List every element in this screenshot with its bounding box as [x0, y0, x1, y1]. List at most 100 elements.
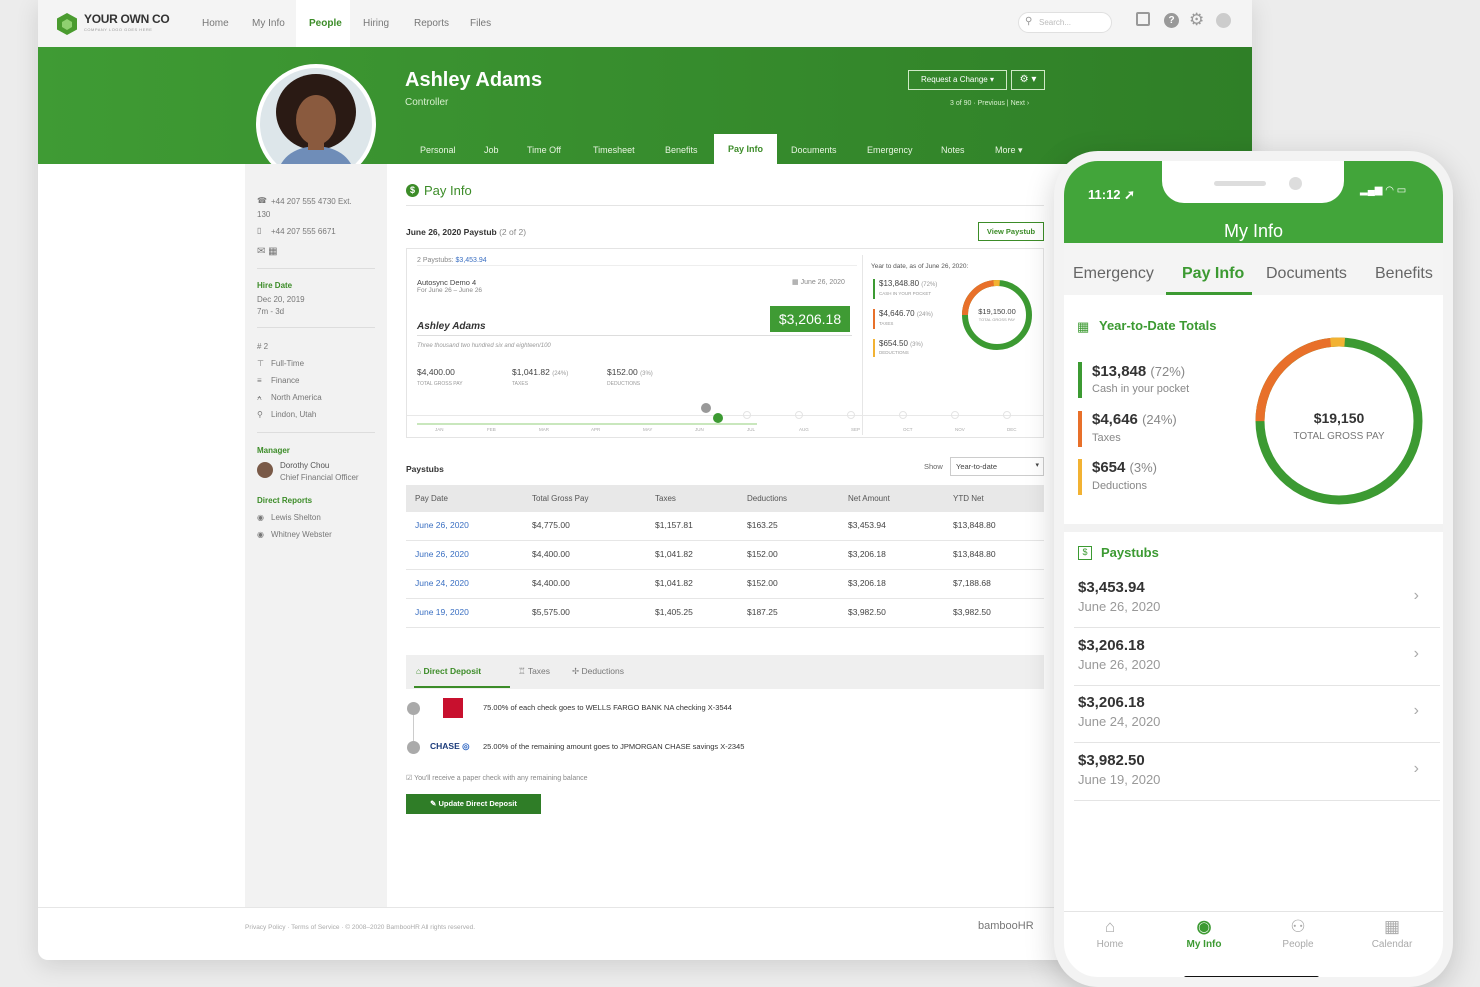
paystub-filter-select[interactable]: Year-to-date ▾ — [950, 457, 1044, 476]
check-icon: ☑ — [406, 775, 415, 782]
tab-job[interactable]: Job — [484, 145, 499, 155]
status-icons: ▂▄▆ ◠ ▭ — [1360, 185, 1407, 196]
tab-timesheet[interactable]: Timesheet — [593, 145, 635, 155]
mobile-paystub-row[interactable]: $3,982.50 June 19, 2020 › — [1064, 752, 1443, 802]
table-cell: $3,206.18 — [848, 578, 886, 588]
paystub-date-link[interactable]: June 26, 2020 — [415, 520, 469, 530]
payee-name: Ashley Adams — [417, 321, 486, 332]
tab-benefits[interactable]: Benefits — [665, 145, 698, 155]
mobile-nav-calendar[interactable]: ▦ Calendar — [1357, 917, 1427, 950]
bamboohr-logo: bambooHR — [978, 920, 1034, 932]
mobile-tab-pay-info[interactable]: Pay Info — [1182, 265, 1244, 283]
people-icon: ⚇ — [1290, 917, 1306, 936]
table-cell: $3,982.50 — [953, 607, 991, 617]
nav-hiring[interactable]: Hiring — [363, 18, 389, 29]
location: Lindon, Utah — [271, 410, 317, 419]
chase-logo: CHASE ◎ — [430, 741, 470, 751]
settings-dropdown-button[interactable]: ⚙ ▾ — [1011, 70, 1045, 90]
tab-direct-deposit[interactable]: ⌂ Direct Deposit — [416, 666, 481, 676]
paystub-date-link[interactable]: June 26, 2020 — [415, 549, 469, 559]
company-logo-text: YOUR OWN CO — [84, 12, 170, 26]
employee-header: Ashley Adams Controller Request a Change… — [38, 47, 1252, 164]
column-header-3[interactable]: Deductions — [747, 494, 787, 503]
table-cell: $163.25 — [747, 520, 778, 530]
email-icon[interactable]: ✉ ▦ — [257, 246, 278, 257]
tab-personal[interactable]: Personal — [420, 145, 456, 155]
table-cell: $4,400.00 — [532, 549, 570, 559]
nav-home[interactable]: Home — [202, 18, 229, 29]
mobile-paystub-row[interactable]: $3,453.94 June 26, 2020 › — [1064, 579, 1443, 629]
mobile-nav-my-info[interactable]: ◉ My Info — [1169, 917, 1239, 950]
status-time: 11:12 ➚ — [1088, 187, 1136, 202]
mobile-total: $19,150 — [1313, 410, 1365, 426]
column-header-1[interactable]: Total Gross Pay — [532, 494, 588, 503]
footer-text[interactable]: Privacy Policy · Terms of Service · © 20… — [245, 924, 475, 931]
mobile-paystub-amount: $3,982.50 — [1078, 751, 1145, 769]
timeline-month-8: SEP — [851, 427, 861, 432]
mobile-tab-benefits[interactable]: Benefits — [1375, 265, 1433, 283]
deductions-value: $152.00 (3%) — [607, 367, 653, 377]
update-direct-deposit-button[interactable]: ✎ Update Direct Deposit — [406, 794, 541, 814]
nav-my-info[interactable]: My Info — [252, 18, 285, 29]
tab-more[interactable]: More ▾ — [995, 145, 1023, 156]
column-header-4[interactable]: Net Amount — [848, 494, 890, 503]
phone-icon: ☎ — [257, 196, 267, 205]
mobile-paystub-row[interactable]: $3,206.18 June 26, 2020 › — [1064, 637, 1443, 687]
table-row-divider — [406, 540, 1044, 541]
table-cell: $187.25 — [747, 607, 778, 617]
timeline-marker[interactable] — [701, 403, 711, 413]
timeline-month-0: JAN — [435, 427, 444, 432]
table-cell: $152.00 — [747, 549, 778, 559]
inbox-icon[interactable] — [1136, 12, 1150, 26]
timeline-month-4: MAY — [643, 427, 653, 432]
paystub-date-link[interactable]: June 19, 2020 — [415, 607, 469, 617]
tab-time-off[interactable]: Time Off — [527, 145, 561, 155]
column-header-5[interactable]: YTD Net — [953, 494, 984, 503]
view-paystub-button[interactable]: View Paystub — [978, 222, 1044, 241]
column-header-0[interactable]: Pay Date — [415, 494, 448, 503]
mobile-nav-home[interactable]: ⌂ Home — [1075, 917, 1145, 950]
employee-pager[interactable]: 3 of 90 · Previous | Next › — [950, 100, 1029, 107]
mobile-paystub-row[interactable]: $3,206.18 June 24, 2020 › — [1064, 694, 1443, 744]
nav-people[interactable]: People — [309, 18, 342, 29]
direct-report-1[interactable]: Lewis Shelton — [271, 513, 321, 522]
mobile-tab-documents[interactable]: Documents — [1266, 265, 1347, 283]
tab-taxes[interactable]: ♖ Taxes — [518, 666, 550, 677]
search-input[interactable]: ⚲ Search... — [1018, 12, 1112, 33]
ytd-deductions: $654.50 (3%) — [879, 339, 923, 348]
employment-type: Full-Time — [271, 359, 305, 368]
paystub-date-link[interactable]: June 24, 2020 — [415, 578, 469, 588]
mobile-paystub-amount: $3,206.18 — [1078, 694, 1145, 711]
gross-pay: $4,400.00 — [417, 367, 455, 377]
tab-emergency[interactable]: Emergency — [867, 145, 913, 155]
timeline-marker-active[interactable] — [713, 413, 723, 423]
request-change-button[interactable]: Request a Change ▾ — [908, 70, 1007, 90]
help-icon[interactable]: ? — [1164, 13, 1179, 28]
direct-report-2[interactable]: Whitney Webster — [271, 530, 332, 539]
tab-pay-info[interactable]: Pay Info — [714, 134, 778, 164]
manager-name[interactable]: Dorothy Chou — [280, 461, 329, 470]
manager-avatar — [257, 462, 273, 478]
wells-fargo-logo — [443, 698, 463, 718]
net-amount-badge: $3,206.18 — [770, 306, 850, 332]
table-cell: $152.00 — [747, 578, 778, 588]
timeline-month-6: JUL — [747, 427, 756, 432]
nav-reports[interactable]: Reports — [414, 18, 449, 29]
mobile-tab-emergency[interactable]: Emergency — [1073, 265, 1154, 283]
gear-icon[interactable]: ⚙ — [1189, 10, 1204, 30]
region-icon: ⍲ — [257, 393, 262, 402]
timeline-empty-dot — [1003, 411, 1011, 419]
tab-documents[interactable]: Documents — [791, 145, 837, 155]
timeline-empty-dot — [899, 411, 907, 419]
tab-notes[interactable]: Notes — [941, 145, 965, 155]
tab-deductions[interactable]: ✢ Deductions — [572, 666, 624, 677]
mobile-row-divider — [1074, 684, 1440, 686]
column-header-2[interactable]: Taxes — [655, 494, 676, 503]
nav-files[interactable]: Files — [470, 18, 491, 29]
work-phone-ext: 130 — [257, 210, 271, 219]
table-cell: $4,400.00 — [532, 578, 570, 588]
avatar-icon[interactable] — [1216, 13, 1231, 28]
paystub-timeline[interactable]: JAN FEB MAR APR MAY JUN JUL AUG SEP OCT NOV DEC — [417, 411, 1037, 435]
mobile-nav-people[interactable]: ⚇ People — [1263, 917, 1333, 950]
mobile-icon: ▯ — [257, 226, 262, 235]
